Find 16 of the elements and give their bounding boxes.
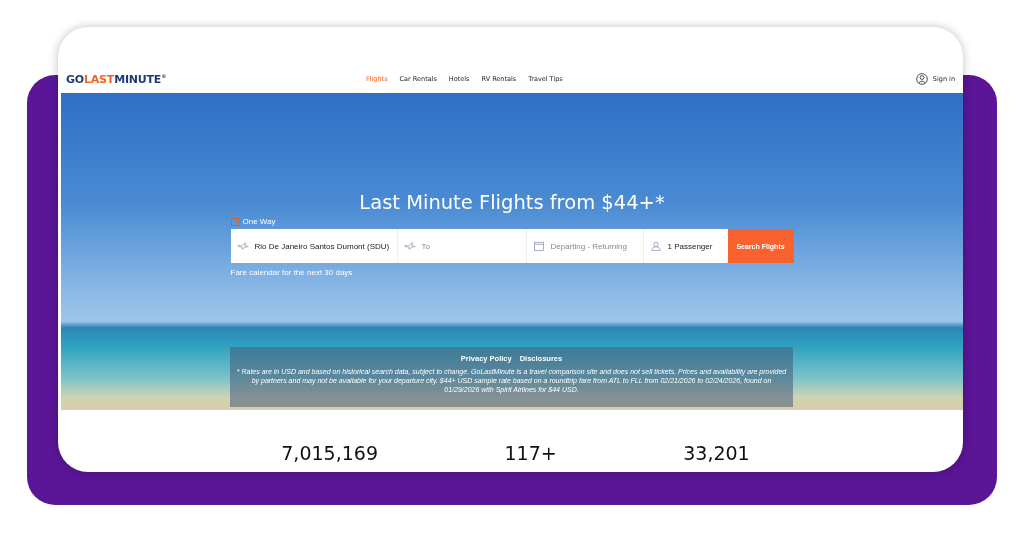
- to-field[interactable]: To: [397, 229, 527, 263]
- stat-number: 7,015,169: [281, 442, 378, 464]
- calendar-icon: [532, 241, 545, 251]
- plane-icon: [236, 241, 249, 251]
- user-icon: [649, 241, 662, 251]
- one-way-label: One Way: [242, 217, 276, 226]
- one-way-checkbox[interactable]: [230, 217, 239, 226]
- from-field[interactable]: Rio De Janeiro Santos Dumont (SDU): [230, 229, 398, 263]
- dates-field[interactable]: Departing - Returning: [526, 229, 644, 263]
- user-icon: [915, 73, 928, 85]
- plane-icon: [403, 241, 416, 251]
- stat-number: 33,201: [683, 442, 750, 464]
- hero-title: Last Minute Flights from $44+*: [359, 191, 665, 214]
- stat-number: 117+: [504, 442, 557, 464]
- logo[interactable]: GOLASTMINUTE$^{®}$: [66, 72, 366, 86]
- passengers-field[interactable]: 1 Passenger: [643, 229, 728, 263]
